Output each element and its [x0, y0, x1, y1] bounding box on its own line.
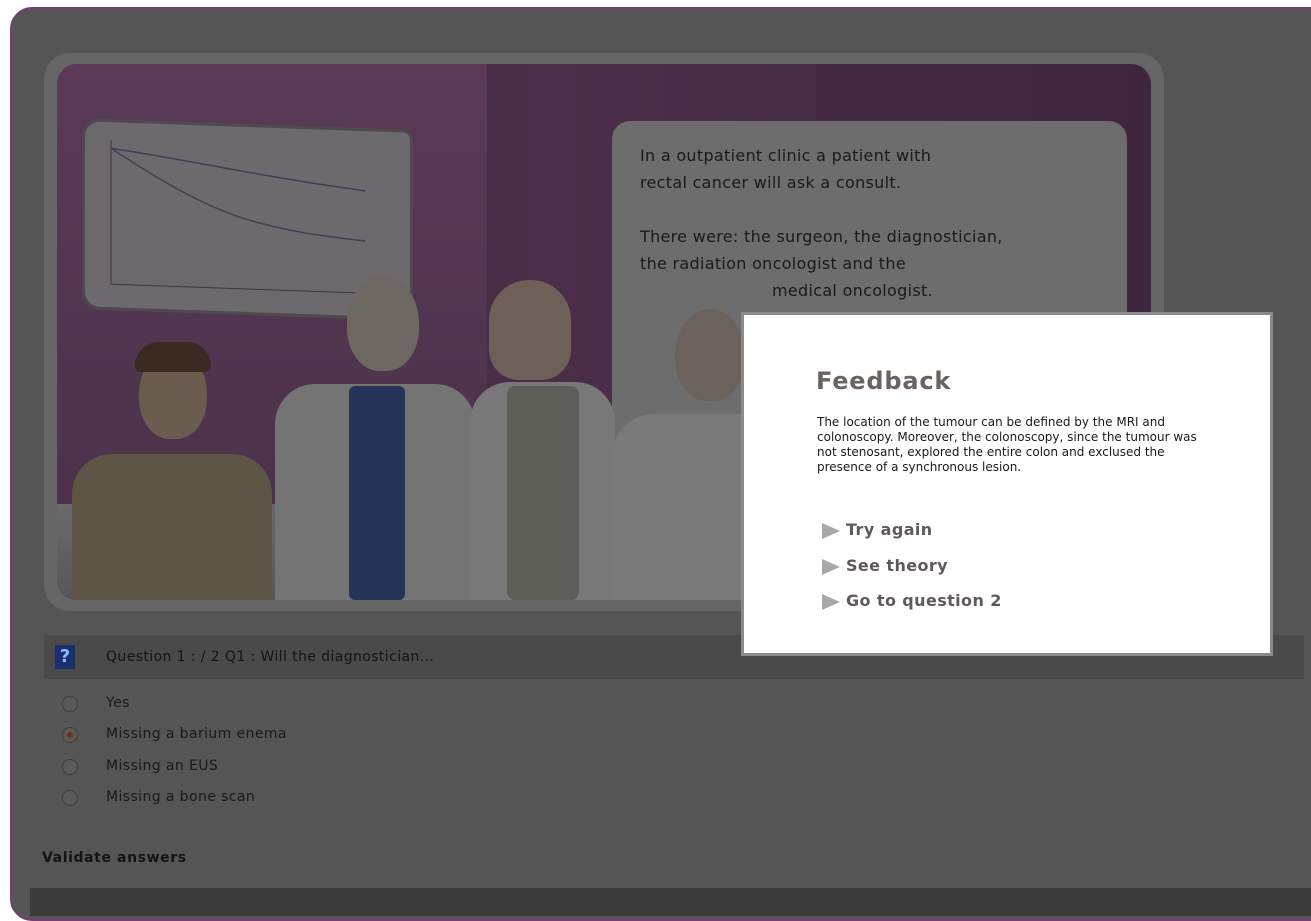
feedback-dialog: Feedback The location of the tumour can …	[744, 315, 1270, 653]
survival-curve-graphic	[110, 140, 383, 295]
speech-line-1: In a outpatient clinic a patient with	[640, 146, 932, 165]
play-arrow-icon	[822, 522, 840, 539]
go-to-question-link[interactable]: Go to question 2	[822, 591, 1002, 610]
play-arrow-icon	[822, 558, 840, 575]
question-text: Question 1 : / 2 Q1 : Will the diagnosti…	[106, 649, 435, 665]
radio-button[interactable]	[62, 790, 78, 806]
see-theory-link[interactable]: See theory	[822, 556, 948, 575]
option-label: Yes	[106, 695, 130, 711]
bottom-strip	[30, 888, 1311, 916]
try-again-link[interactable]: Try again	[822, 520, 933, 539]
speech-line-4: There were: the surgeon, the diagnostici…	[640, 227, 1003, 246]
link-label: Go to question 2	[846, 591, 1002, 610]
option-label: Missing a barium enema	[106, 726, 287, 742]
feedback-title: Feedback	[816, 367, 952, 395]
link-label: See theory	[846, 556, 948, 575]
option-label: Missing a bone scan	[106, 789, 256, 805]
radio-button-selected[interactable]	[62, 727, 78, 743]
speech-line-2: rectal cancer will ask a consult.	[640, 173, 902, 192]
radio-button[interactable]	[62, 759, 78, 775]
speech-line-5: the radiation oncologist and the	[640, 254, 906, 273]
option-label: Missing an EUS	[106, 758, 219, 774]
radio-button[interactable]	[62, 696, 78, 712]
speech-line-6: medical oncologist.	[772, 281, 933, 300]
help-question-icon[interactable]: ?	[55, 645, 75, 669]
link-label: Try again	[846, 520, 933, 539]
play-arrow-icon	[822, 593, 840, 610]
validate-answers-button[interactable]: Validate answers	[42, 850, 187, 866]
feedback-text: The location of the tumour can be define…	[817, 415, 1197, 474]
